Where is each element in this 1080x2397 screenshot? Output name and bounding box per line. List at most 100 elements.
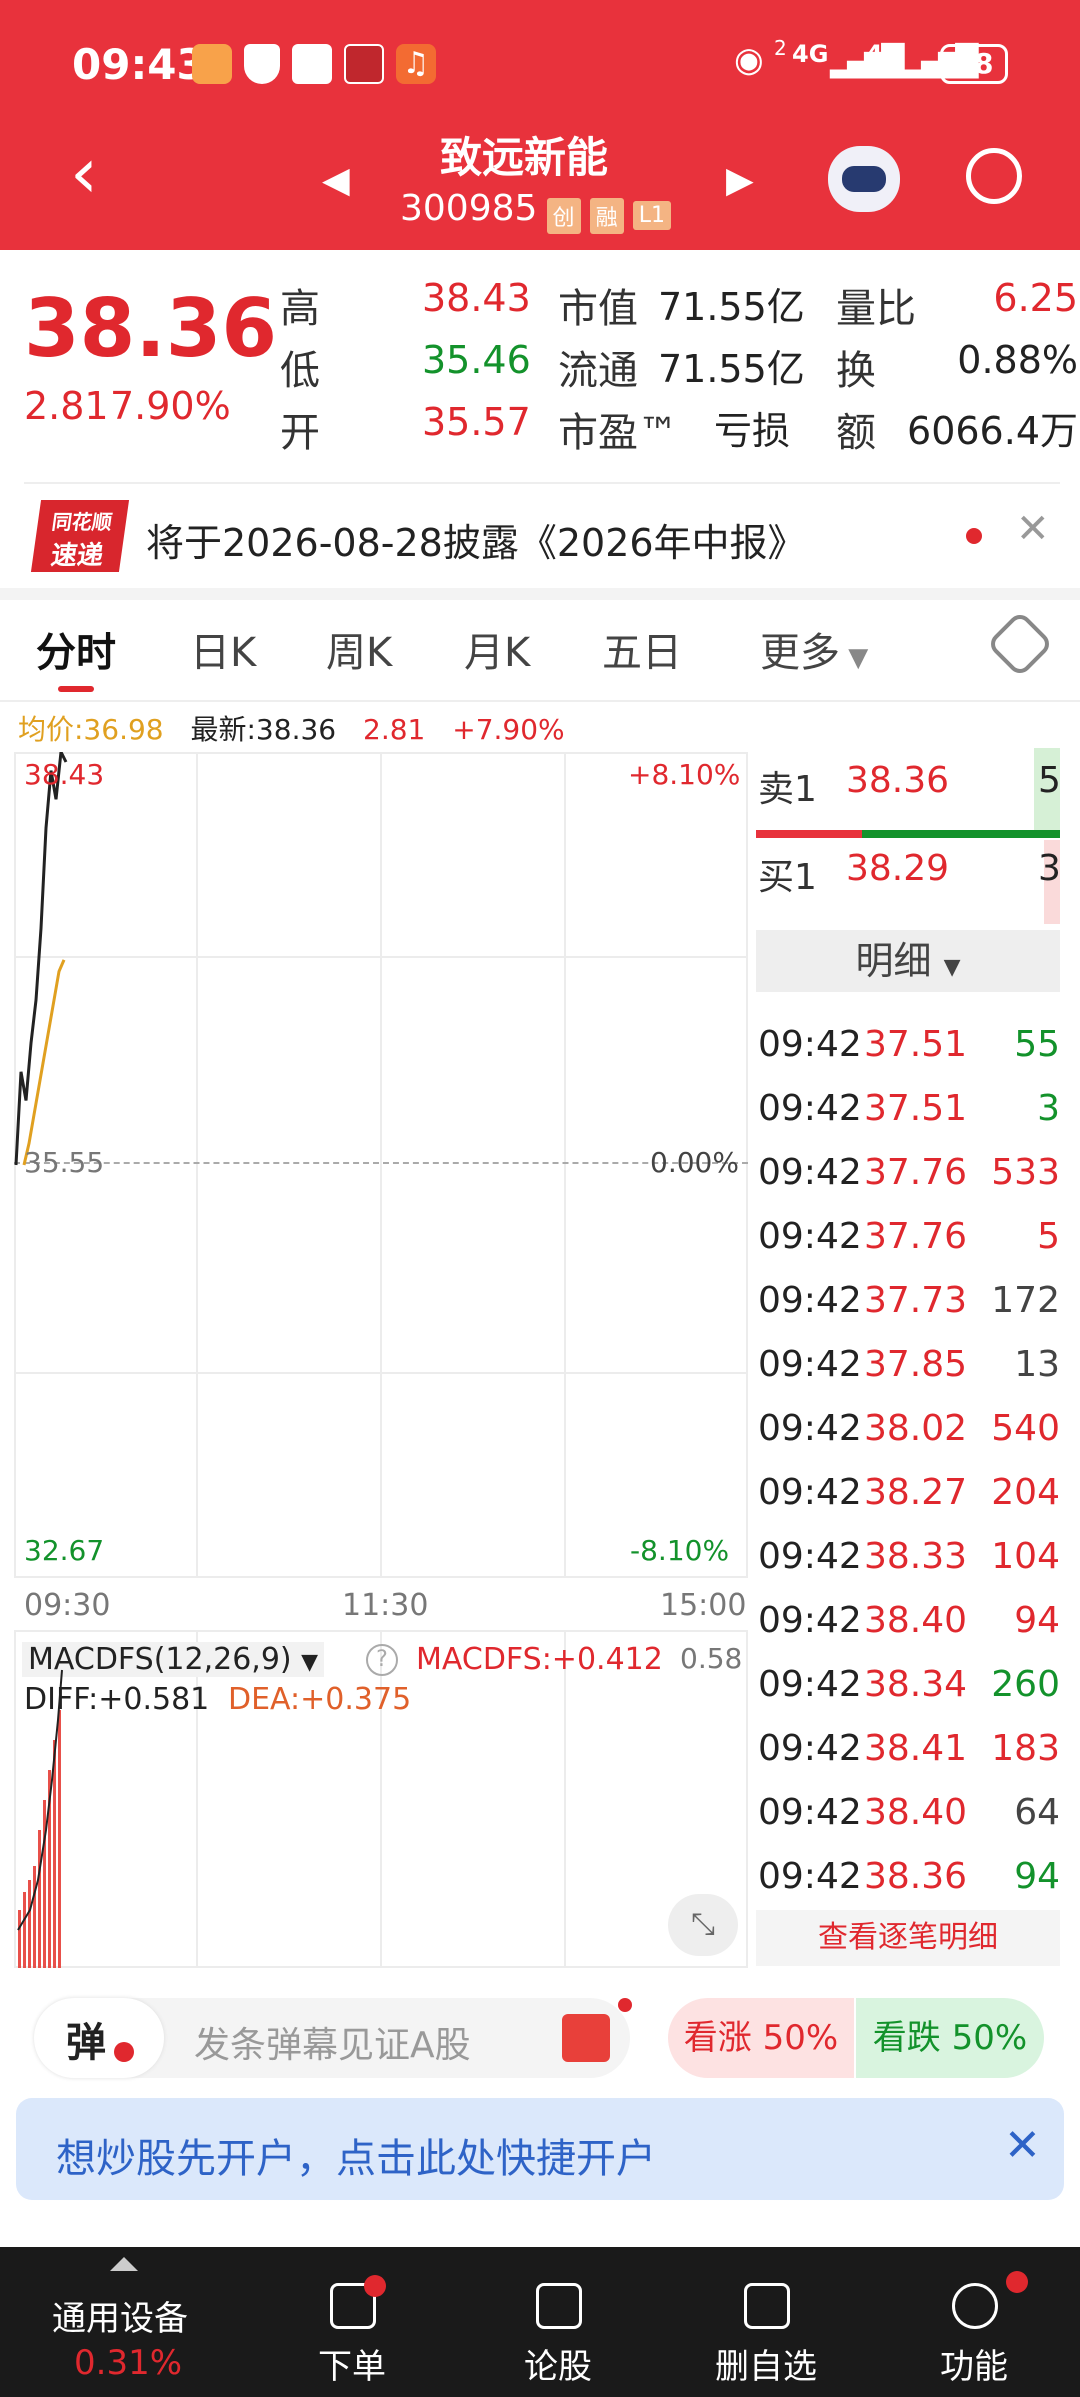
app-notification-icon <box>192 44 232 84</box>
pe-value: 亏损 <box>714 409 791 453</box>
stock-code-row: 300985 创 融 L1 <box>400 188 672 234</box>
danmu-toggle-button[interactable]: 弹 <box>34 1998 164 2078</box>
settings-icon[interactable] <box>986 610 1054 678</box>
danmu-bar[interactable]: 弹 发条弹幕见证A股 <box>34 1998 632 2078</box>
next-stock-button[interactable]: ▶ <box>726 160 754 201</box>
shield-icon <box>244 44 280 84</box>
menu-icon <box>952 2283 998 2329</box>
trade-price: 38.34 <box>864 1664 968 1705</box>
latest-pct: +7.90% <box>452 713 565 746</box>
order-button[interactable]: 下单 <box>252 2247 452 2397</box>
view-tick-detail-button[interactable]: 查看逐笔明细 <box>756 1910 1060 1966</box>
stock-code: 300985 <box>400 188 538 229</box>
trade-price: 37.76 <box>864 1216 968 1257</box>
search-icon[interactable] <box>966 148 1022 204</box>
volratio-label: 量比 <box>836 286 916 332</box>
bullish-vote-button[interactable]: 看涨 50% <box>668 1998 854 2078</box>
trade-price: 37.51 <box>864 1024 968 1065</box>
order-label: 下单 <box>318 2347 386 2387</box>
plus-icon <box>536 2283 582 2329</box>
tab-weekly-k[interactable]: 周K <box>326 620 392 678</box>
trade-row: 09:42 38.02 540 <box>758 1408 1060 1472</box>
trade-time: 09:42 <box>758 1024 862 1065</box>
detail-selector[interactable]: 明细 ▼ <box>756 930 1060 992</box>
trade-volume: 172 <box>991 1280 1060 1321</box>
discuss-label: 论股 <box>524 2347 592 2387</box>
bottom-nav: 通用设备 0.31% 下单 论股 删自选 功能 <box>0 2247 1080 2397</box>
trade-volume: 5 <box>1037 1216 1060 1257</box>
chevron-up-icon[interactable] <box>110 2257 138 2271</box>
chart-top-price: 38.43 <box>24 758 105 791</box>
notice-bar[interactable]: 同花顺 速递 将于2026-08-28披露《2026年中报》 ✕ <box>0 486 1080 586</box>
device-label[interactable]: 通用设备 <box>52 2291 188 2340</box>
close-icon[interactable]: ✕ <box>1016 506 1050 552</box>
battery-icon: 48 <box>940 44 1008 84</box>
trade-time: 09:42 <box>758 1536 862 1577</box>
trade-time: 09:42 <box>758 1088 862 1129</box>
tab-five-day[interactable]: 五日 <box>602 620 682 678</box>
tab-daily-k[interactable]: 日K <box>190 620 256 678</box>
volratio-value: 6.25 <box>993 276 1078 320</box>
bank-app-icon <box>344 44 384 84</box>
close-icon[interactable]: ✕ <box>1004 2120 1041 2171</box>
low-label: 低 <box>280 348 320 394</box>
trade-time: 09:42 <box>758 1280 862 1321</box>
banner-text: 想炒股先开户，点击此处快捷开户 <box>56 2136 656 2182</box>
trade-volume: 533 <box>991 1152 1060 1193</box>
robot-assistant-icon[interactable] <box>828 146 900 212</box>
trade-price: 38.40 <box>864 1792 968 1833</box>
trade-row: 09:42 38.33 104 <box>758 1536 1060 1600</box>
trade-price: 38.36 <box>864 1856 968 1897</box>
bid-ask-ratio-bar-green <box>862 830 1060 838</box>
badge-chuang: 创 <box>546 197 581 234</box>
trade-volume: 55 <box>1014 1024 1060 1065</box>
trade-volume: 540 <box>991 1408 1060 1449</box>
notice-text: 将于2026-08-28披露《2026年中报》 <box>146 521 806 565</box>
pe-label: 市盈™ <box>558 410 678 456</box>
view-tick-detail-label: 查看逐笔明细 <box>818 1920 998 1955</box>
badge-rong: 融 <box>589 197 624 234</box>
trade-price: 37.51 <box>864 1088 968 1129</box>
trade-row: 09:42 37.85 13 <box>758 1344 1060 1408</box>
bearish-label: 看跌 50% <box>872 2018 1028 2058</box>
unread-dot <box>1006 2271 1028 2293</box>
danmu-input[interactable]: 发条弹幕见证A股 <box>194 2016 471 2068</box>
unread-dot <box>364 2275 386 2297</box>
tab-more[interactable]: 更多 ▼ <box>760 620 868 678</box>
danmu-toggle-label: 弹 <box>66 2020 106 2066</box>
gift-icon[interactable] <box>562 2014 610 2062</box>
trade-detail-list[interactable]: 09:42 37.51 55 09:42 37.51 3 09:42 37.76 533 09:4… <box>0 1016 1080 1906</box>
bullish-label: 看涨 50% <box>683 2018 839 2058</box>
minus-icon <box>744 2283 790 2329</box>
back-button[interactable]: ‹ <box>70 138 98 208</box>
network-type-2: 4G <box>866 40 903 68</box>
divider <box>0 700 1080 702</box>
function-button[interactable]: 功能 <box>874 2247 1074 2397</box>
tab-intraday[interactable]: 分时 <box>36 620 116 678</box>
trade-time: 09:42 <box>758 1472 862 1513</box>
prev-stock-button[interactable]: ◀ <box>322 160 350 201</box>
discuss-button[interactable]: 论股 <box>458 2247 658 2397</box>
trade-price: 38.41 <box>864 1728 968 1769</box>
open-value: 35.57 <box>422 400 531 444</box>
trade-volume: 13 <box>1014 1344 1060 1385</box>
tab-monthly-k[interactable]: 月K <box>464 620 530 678</box>
chevron-down-icon: ▼ <box>840 643 869 673</box>
trade-row: 09:42 37.51 3 <box>758 1088 1060 1152</box>
remove-watchlist-button[interactable]: 删自选 <box>666 2247 866 2397</box>
low-value: 35.46 <box>422 338 531 382</box>
bearish-vote-button[interactable]: 看跌 50% <box>856 1998 1044 2078</box>
sell1-vol: 5 <box>1038 760 1061 801</box>
mktcap-label: 市值 <box>558 286 638 332</box>
open-account-banner[interactable]: 想炒股先开户，点击此处快捷开户 ✕ <box>16 2098 1064 2200</box>
price-change-pct: 7.90% <box>110 384 231 428</box>
tab-more-label: 更多 <box>760 630 840 676</box>
tab-indicator <box>58 686 94 692</box>
status-time: 09:43 <box>72 40 206 89</box>
sim-indicator: 2 <box>774 36 787 60</box>
trade-time: 09:42 <box>758 1600 862 1641</box>
chart-top-pct: +8.10% <box>628 758 741 791</box>
buy1-label: 买1 <box>758 857 817 898</box>
high-label: 高 <box>280 286 320 332</box>
trade-row: 09:42 38.40 94 <box>758 1600 1060 1664</box>
